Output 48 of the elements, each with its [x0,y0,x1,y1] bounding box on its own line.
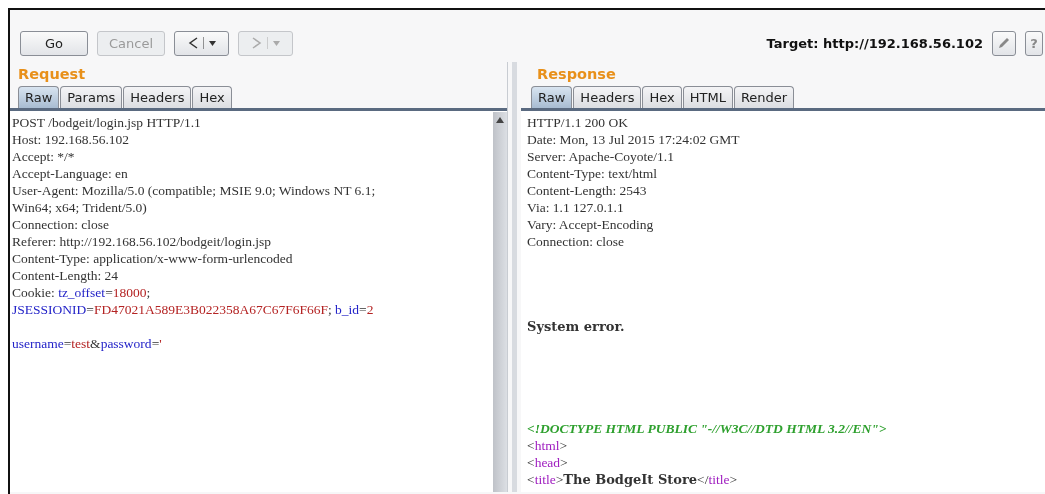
code-line: Connection: close [527,233,625,250]
code-line: username=test&password=' [12,335,162,352]
code-line: <html> [527,437,567,454]
code-line: Win64; x64; Trident/5.0) [12,199,147,216]
code-line: <title>The BodgeIt Store</title> [527,471,738,488]
code-line: POST /bodgeit/login.jsp HTTP/1.1 [12,114,201,131]
code-line: Content-Length: 24 [12,267,119,284]
code-line: Vary: Accept-Encoding [527,216,654,233]
pane-title: Request [17,65,87,84]
scrollbar[interactable] [493,112,507,492]
code-line: User-Agent: Mozilla/5.0 (compatible; MSIE 9.0; Windows NT 6.1; [12,182,376,199]
code-line: Host: 192.168.56.102 [12,131,129,148]
code-line: Server: Apache-Coyote/1.1 [527,148,674,165]
code-line: Via: 1.1 127.0.1.1 [527,199,624,216]
right-chevron-icon [251,37,262,49]
code-line: System error. [527,318,625,335]
code-line: Accept-Language: en [12,165,128,182]
tab[interactable]: Hex [642,86,682,108]
edit-button[interactable] [992,30,1016,56]
code-line: Content-Length: 2543 [527,182,647,199]
code-line: <!DOCTYPE HTML PUBLIC "-//W3C//DTD HTML 3.2//EN"> [527,420,887,437]
pencil-icon [997,36,1011,50]
code-line: Content-Type: application/x-www-form-urlencoded [12,250,293,267]
code-line: Date: Mon, 13 Jul 2015 17:24:02 GMT [527,131,740,148]
code-line: Connection: close [12,216,110,233]
back-button[interactable] [174,30,229,56]
tab[interactable]: Headers [573,86,642,108]
code-line: Cookie: tz_offset=18000; [12,284,151,301]
code-line: <head> [527,454,568,471]
tab[interactable]: HTML [682,86,733,108]
left-chevron-icon [187,37,198,49]
toolbar-button[interactable]: Go [20,30,88,56]
tab[interactable]: Render [733,86,795,108]
tab[interactable]: Hex [192,86,232,108]
code-line: Accept: */* [12,148,75,165]
target-label: Target: http://192.168.56.102 [766,35,983,51]
caret-icon [272,40,280,46]
code-line: JSESSIONID=FD47021A589E3B022358A67C67F6F66F; b_id=2 [12,301,374,318]
tab[interactable]: Raw [531,86,573,108]
code-line: Content-Type: text/html [527,165,657,182]
tab[interactable]: Headers [123,86,192,108]
tab[interactable]: Raw [18,86,60,108]
caret-icon [208,40,216,46]
tab[interactable]: Params [60,86,123,108]
code-line: Referer: http://192.168.56.102/bodgeit/login.jsp [12,233,272,250]
pane-title: Response [536,65,617,84]
code-line: HTTP/1.1 200 OK [527,114,628,131]
scroll-up-icon [495,116,505,124]
